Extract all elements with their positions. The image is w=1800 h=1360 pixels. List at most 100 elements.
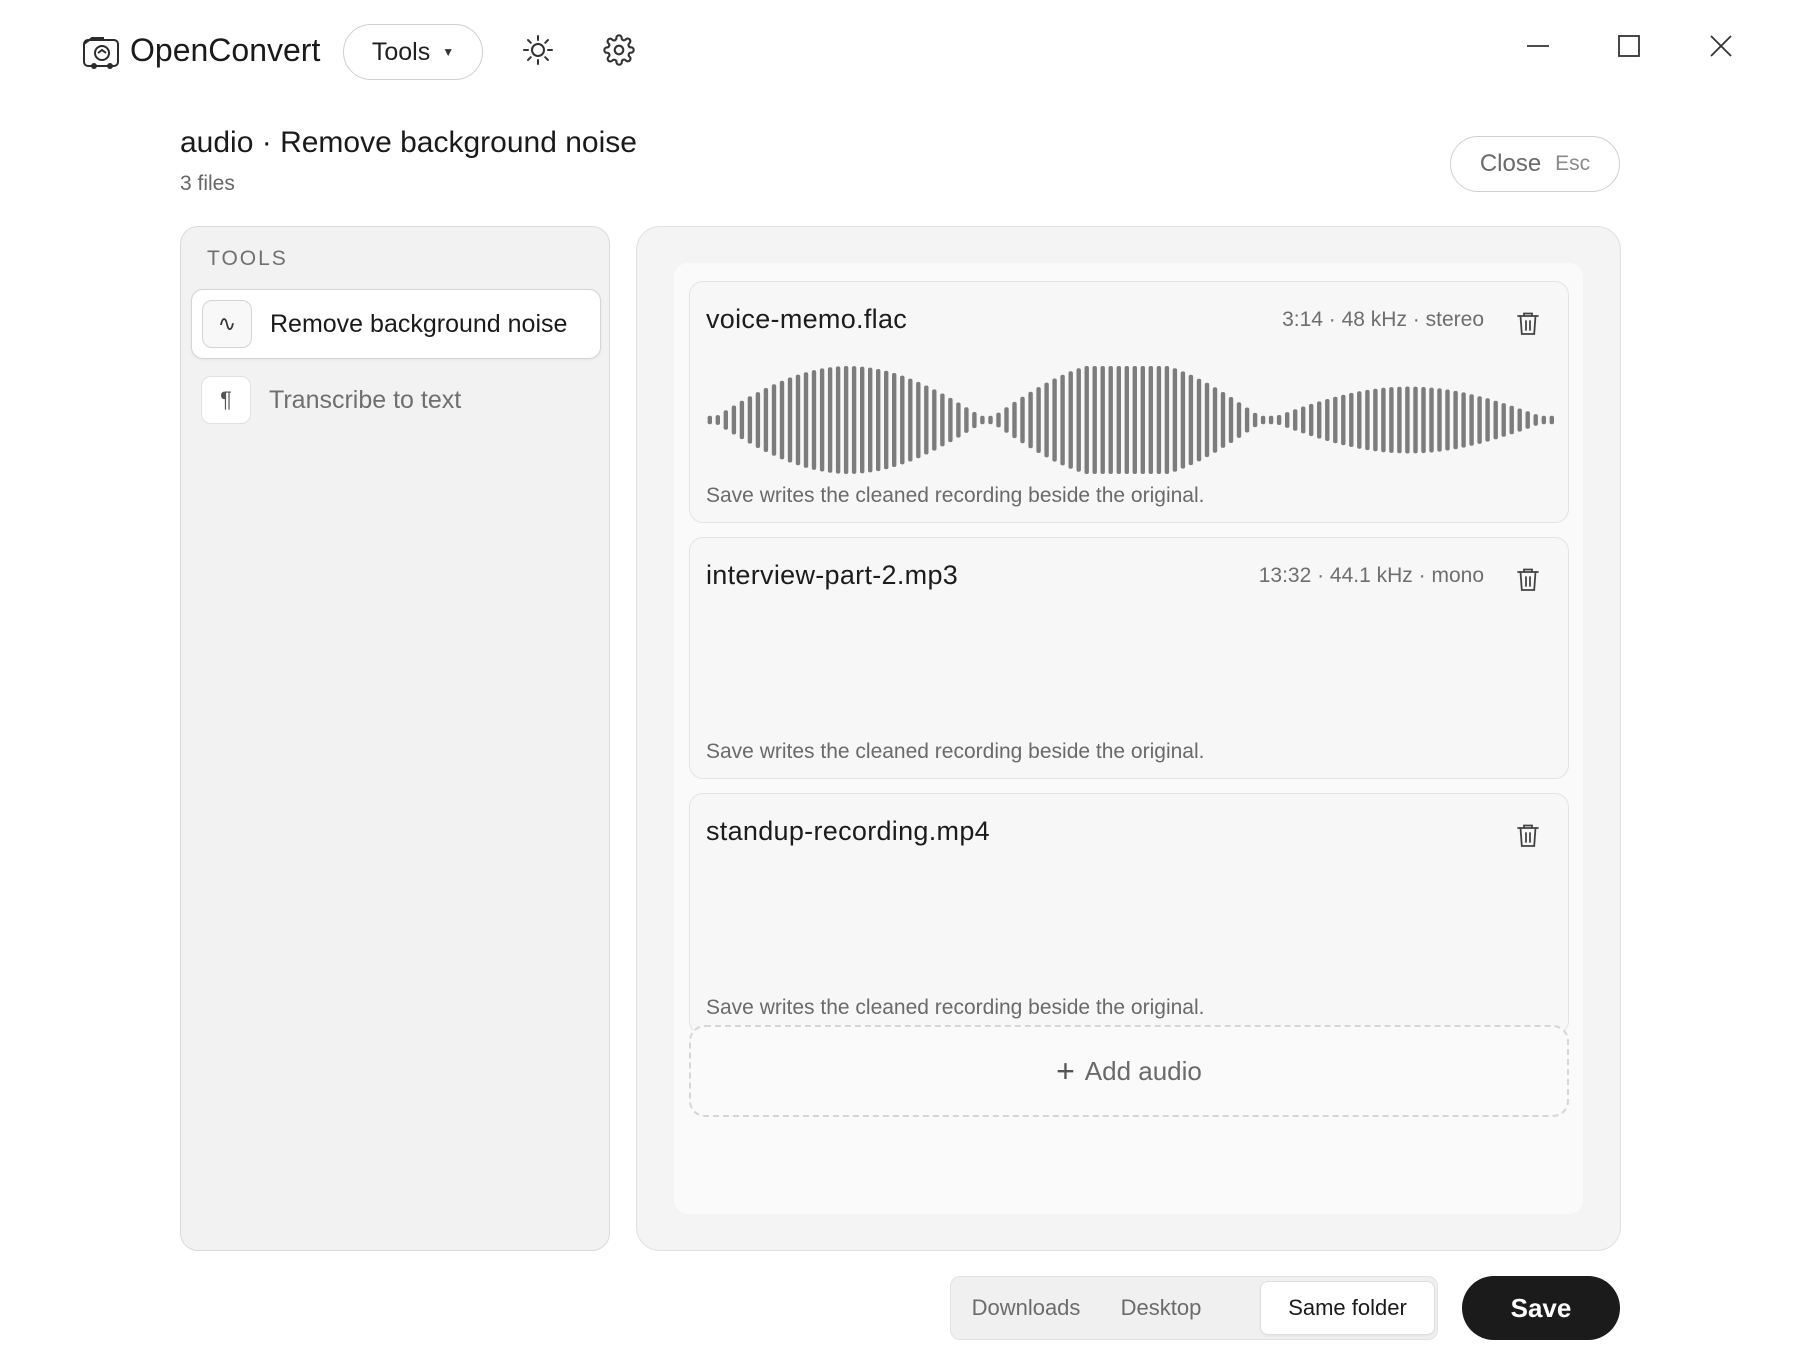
save-button[interactable]: Save	[1462, 1276, 1620, 1340]
maximize-icon	[1617, 34, 1641, 63]
waveform-bar	[1268, 415, 1274, 425]
waveform-bar	[924, 385, 929, 455]
maximize-button[interactable]	[1607, 26, 1651, 70]
waveform-bar	[1260, 415, 1266, 425]
waveform-bar	[1301, 406, 1306, 434]
waveform-bar	[1501, 403, 1506, 437]
trash-icon[interactable]	[1514, 310, 1542, 338]
waveform-bar	[1365, 389, 1370, 451]
waveform-bar	[948, 397, 953, 443]
waveform-bar	[1180, 371, 1186, 469]
waveform-bar	[1148, 366, 1153, 474]
trash-icon[interactable]	[1514, 566, 1542, 594]
waveform-bar	[1132, 366, 1137, 474]
waveform-bar	[771, 384, 777, 456]
sidebar-item-label: Transcribe to text	[269, 385, 462, 414]
file-note: Save writes the cleaned recording beside…	[706, 996, 1205, 1019]
waveform-bar	[1405, 386, 1410, 454]
waveform-bar	[1116, 366, 1121, 474]
close-window-button[interactable]	[1699, 26, 1743, 70]
waveform-bar	[876, 369, 881, 472]
waveform-bar	[1541, 415, 1546, 425]
waveform-bar	[1525, 411, 1530, 429]
waveform-bar	[1429, 387, 1434, 453]
trash-icon[interactable]	[1514, 822, 1542, 850]
waveform-bar	[884, 370, 889, 470]
waveform-bar	[1252, 412, 1258, 428]
audio-waveform	[707, 366, 1554, 474]
waveform-bar	[723, 410, 728, 430]
waveform-bar	[803, 372, 809, 468]
sidebar-item-label: Remove background noise	[270, 309, 568, 338]
waveform-bar	[1108, 366, 1113, 474]
settings-button[interactable]	[599, 32, 639, 72]
waveform-bar	[1036, 387, 1041, 453]
waveform-bar	[860, 366, 865, 474]
waveform-bar	[1317, 401, 1322, 439]
waveform-bar	[1493, 400, 1498, 440]
waveform-bar	[1477, 396, 1482, 444]
waveform-bar	[1485, 398, 1490, 442]
destination-downloads[interactable]: Downloads	[961, 1281, 1091, 1335]
file-name: interview-part-2.mp3	[706, 560, 959, 590]
waveform-bar	[1084, 366, 1089, 474]
waveform-bar	[843, 366, 849, 474]
add-audio-button[interactable]: + Add audio	[689, 1025, 1569, 1117]
waveform-bar	[1285, 412, 1290, 428]
file-meta: 13:32 · 44.1 kHz · mono	[1258, 564, 1484, 587]
waveform-bar	[988, 415, 993, 425]
waveform-bar	[1421, 387, 1426, 454]
waveform-bar	[1549, 415, 1554, 425]
close-panel-button[interactable]: Close Esc	[1450, 136, 1620, 192]
waveform-bar	[779, 380, 785, 460]
waveform-bar	[1140, 366, 1145, 474]
sidebar-heading: TOOLS	[207, 247, 288, 270]
waveform-bar	[1236, 402, 1242, 438]
waveform-bar	[1196, 378, 1202, 462]
sidebar-item-transcribe-to-text[interactable]: ¶ Transcribe to text	[191, 365, 601, 435]
waveform-bar	[715, 415, 720, 425]
waveform-bar	[1060, 374, 1065, 466]
tools-sidebar: TOOLS ∿ Remove background noise ¶ Transc…	[180, 226, 610, 1251]
waveform-bar	[980, 415, 985, 425]
waveform-bar	[1228, 397, 1234, 443]
waveform-bar	[811, 370, 817, 470]
waveform-bar	[1172, 368, 1178, 472]
waveform-bar	[827, 367, 833, 473]
close-icon	[1708, 33, 1734, 64]
waveform-bar	[932, 389, 937, 451]
waveform-bar	[868, 367, 873, 473]
waveform-bar	[1188, 374, 1194, 466]
waveform-bar	[1333, 396, 1338, 444]
destination-selector: Downloads Desktop Same folder	[950, 1276, 1438, 1340]
minimize-button[interactable]	[1516, 26, 1560, 70]
destination-desktop[interactable]: Desktop	[1101, 1281, 1221, 1335]
sidebar-item-remove-background-noise[interactable]: ∿ Remove background noise	[191, 289, 601, 359]
waveform-bar	[1349, 392, 1354, 447]
waveform-bar	[1028, 391, 1033, 449]
waveform-bar	[1453, 390, 1458, 450]
waveform-bar	[1445, 389, 1450, 451]
destination-same-folder[interactable]: Same folder	[1260, 1281, 1435, 1335]
waveform-bar	[851, 366, 857, 474]
file-meta: 3:14 · 48 kHz · stereo	[1282, 308, 1484, 331]
file-count: 3 files	[180, 172, 235, 195]
waveform-bar	[1004, 407, 1009, 433]
waveform-bar	[996, 412, 1001, 428]
waveform-bar	[900, 375, 905, 465]
waveform-bar	[763, 388, 769, 452]
waveform-bar	[1220, 392, 1226, 448]
theme-toggle-button[interactable]	[518, 32, 558, 72]
app-title: OpenConvert	[130, 32, 321, 68]
tools-menu-button[interactable]: Tools ▼	[343, 24, 483, 80]
waveform-bar	[1533, 414, 1538, 426]
waveform-bar	[1309, 403, 1314, 437]
waveform-bar	[1204, 382, 1210, 458]
waveform-bar	[1052, 378, 1057, 462]
app-window: OpenConvert Tools ▼ audio · Remove backg…	[0, 0, 1800, 1360]
waveform-bar	[731, 405, 737, 435]
waveform-bar	[1389, 387, 1394, 453]
file-card: interview-part-2.mp3 13:32 · 44.1 kHz · …	[689, 537, 1569, 779]
waveform-bar	[1212, 387, 1218, 453]
waveform-bar	[1397, 386, 1402, 454]
